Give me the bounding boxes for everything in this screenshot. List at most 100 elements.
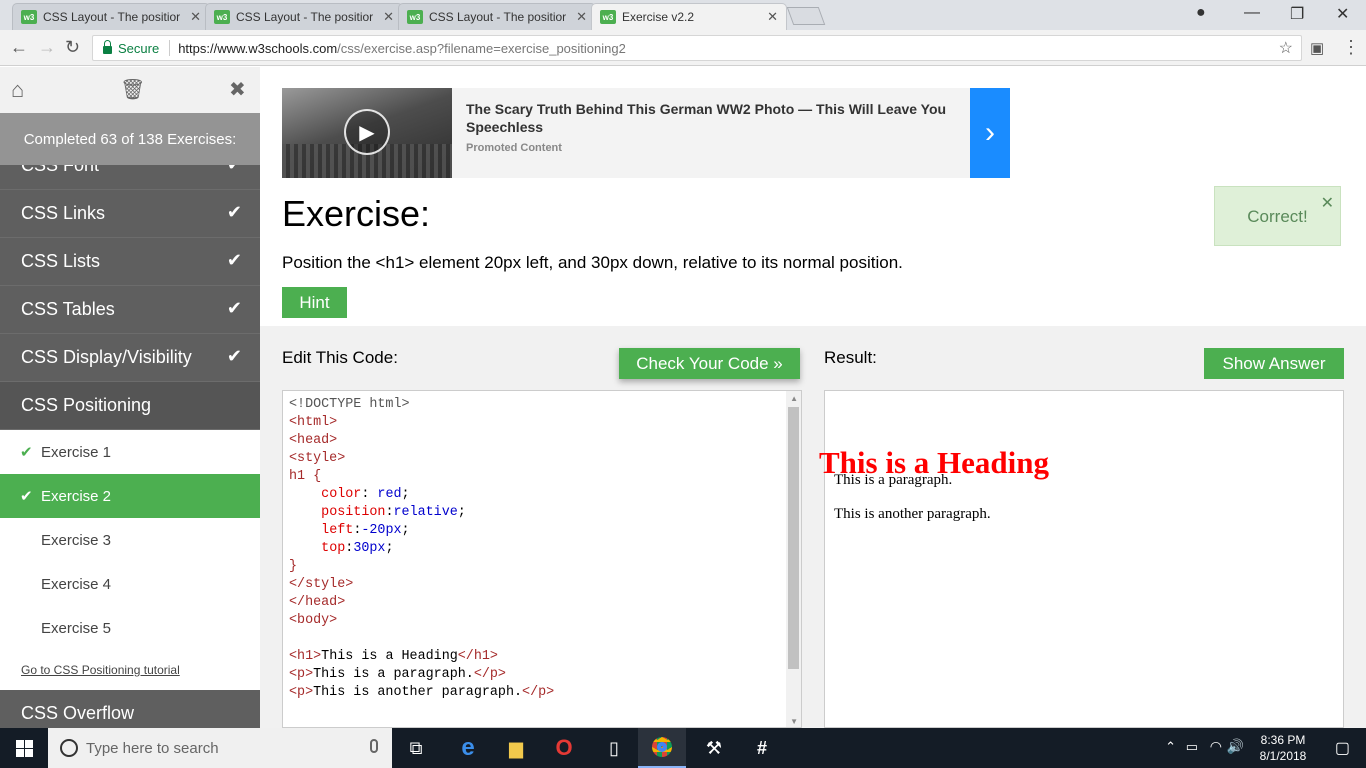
exercise-item-1[interactable]: ✔ Exercise 1 <box>0 430 260 474</box>
tutorial-link[interactable]: Go to CSS Positioning tutorial <box>0 650 260 690</box>
check-code-button[interactable]: Check Your Code » <box>619 348 800 379</box>
browser-tab-active[interactable]: w3 Exercise v2.2 ✕ <box>591 3 787 30</box>
trash-icon[interactable]: 🗑 <box>120 77 145 102</box>
browser-tab[interactable]: w3 CSS Layout - The positior ✕ <box>398 3 596 30</box>
menu-item-css-lists[interactable]: CSS Lists ✔ <box>0 238 260 286</box>
close-icon[interactable]: ✕ <box>383 9 394 25</box>
checkmark-icon: ✔ <box>226 298 242 318</box>
ad-promoted-label: Promoted Content <box>466 142 562 154</box>
menu-item-css-positioning[interactable]: CSS Positioning <box>0 382 260 430</box>
w3schools-favicon-icon: w3 <box>407 10 423 24</box>
chrome-icon[interactable] <box>638 728 686 768</box>
promoted-ad[interactable]: ▶ The Scary Truth Behind This German WW2… <box>282 88 1010 178</box>
menu-item-css-links[interactable]: CSS Links ✔ <box>0 190 260 238</box>
back-arrow-icon[interactable]: ← <box>10 37 28 58</box>
clock-time: 8:36 PM <box>1260 733 1306 747</box>
windows-taskbar: Type here to search ⧉ e ▆ O ▯ ⚒ # ⌃ ▭ ◠ … <box>0 728 1366 768</box>
tab-title: CSS Layout - The positior <box>43 10 181 24</box>
tools-icon[interactable]: ⚒ <box>690 728 738 768</box>
extension-icon[interactable]: ▣ <box>1310 39 1324 57</box>
close-sidebar-icon[interactable]: ✖ <box>229 77 246 102</box>
edge-icon[interactable]: e <box>444 728 492 768</box>
file-explorer-icon[interactable]: ▆ <box>492 728 540 768</box>
menu-item-label: CSS Links <box>21 203 106 223</box>
address-bar[interactable]: Secure https://www.w3schools.com /css/ex… <box>92 35 1302 61</box>
exercise-main: ▶ The Scary Truth Behind This German WW2… <box>260 67 1366 728</box>
checkmark-icon: ✔ <box>226 346 242 366</box>
close-icon[interactable]: ✕ <box>190 9 201 25</box>
menu-item-css-overflow[interactable]: CSS Overflow <box>0 690 260 728</box>
code-value: -20px <box>361 523 402 538</box>
code-scrollbar[interactable]: ▲ ▼ <box>786 391 801 727</box>
code-text-p1: This is a paragraph. <box>313 667 474 682</box>
exercise-item-3[interactable]: Exercise 3 <box>0 518 260 562</box>
close-icon[interactable]: ✕ <box>767 9 778 25</box>
show-answer-button[interactable]: Show Answer <box>1204 348 1344 379</box>
microphone-icon[interactable] <box>370 739 378 753</box>
bookmark-star-icon[interactable]: ☆ <box>1279 38 1293 58</box>
browser-tab[interactable]: w3 CSS Layout - The positior ✕ <box>12 3 210 30</box>
slack-icon[interactable]: # <box>738 728 786 768</box>
taskbar-search[interactable]: Type here to search <box>48 728 392 768</box>
menu-item-css-display-visibility[interactable]: CSS Display/Visibility ✔ <box>0 334 260 382</box>
notifications-icon[interactable]: ▢ <box>1335 738 1350 758</box>
menu-item-label: CSS Tables <box>21 299 115 319</box>
exercise-item-4[interactable]: Exercise 4 <box>0 562 260 606</box>
menu-item-label: CSS Overflow <box>21 703 135 723</box>
restore-icon[interactable]: ❐ <box>1290 4 1304 24</box>
close-icon[interactable]: ✕ <box>576 9 587 25</box>
scroll-up-icon[interactable]: ▲ <box>790 394 798 403</box>
exercise-item-2[interactable]: ✔ Exercise 2 <box>0 474 260 518</box>
scrollbar-thumb[interactable] <box>788 407 799 669</box>
w3schools-favicon-icon: w3 <box>214 10 230 24</box>
ad-title[interactable]: The Scary Truth Behind This German WW2 P… <box>466 100 966 136</box>
chevron-up-icon[interactable]: ⌃ <box>1165 739 1176 755</box>
notepad-icon[interactable]: ▯ <box>590 728 638 768</box>
checkmark-icon: ✔ <box>226 250 242 270</box>
menu-item-label: CSS Lists <box>21 251 101 271</box>
scroll-down-icon[interactable]: ▼ <box>790 717 798 726</box>
battery-icon[interactable]: ▭ <box>1186 739 1198 755</box>
start-button[interactable] <box>0 728 48 768</box>
exercise-item-5[interactable]: Exercise 5 <box>0 606 260 650</box>
opera-icon[interactable]: O <box>540 728 588 768</box>
profile-icon[interactable]: ● <box>1196 4 1206 22</box>
lock-icon <box>103 39 112 54</box>
chevron-right-icon[interactable]: › <box>970 88 1010 178</box>
tab-title: Exercise v2.2 <box>622 10 695 24</box>
volume-icon[interactable]: 🔊 <box>1227 738 1244 755</box>
task-view-icon[interactable]: ⧉ <box>392 728 440 768</box>
code-brace: } <box>289 559 298 574</box>
minimize-icon[interactable]: — <box>1244 4 1260 22</box>
menu-kebab-icon[interactable]: ⋮ <box>1342 37 1360 58</box>
new-tab-button[interactable] <box>786 7 826 25</box>
menu-item-css-tables[interactable]: CSS Tables ✔ <box>0 286 260 334</box>
result-label: Result: <box>824 348 877 367</box>
code-tag: </head> <box>289 595 346 610</box>
ad-thumbnail[interactable]: ▶ <box>282 88 452 178</box>
tab-title: CSS Layout - The positior <box>429 10 567 24</box>
wifi-icon[interactable]: ◠ <box>1210 738 1222 755</box>
chrome-logo <box>652 737 672 757</box>
progress-text: Completed 63 of 138 Exercises: <box>0 113 260 165</box>
tab-title: CSS Layout - The positior <box>236 10 374 24</box>
exercise-item-label: Exercise 4 <box>41 575 112 593</box>
forward-arrow-icon[interactable]: → <box>38 37 56 58</box>
correct-text: Correct! <box>1247 207 1308 226</box>
browser-tab[interactable]: w3 CSS Layout - The positior ✕ <box>205 3 403 30</box>
hint-button[interactable]: Hint <box>282 287 347 318</box>
code-selector: h1 { <box>289 469 322 484</box>
result-paragraph: This is a paragraph. <box>834 472 953 488</box>
code-property: left <box>321 523 354 538</box>
home-icon[interactable]: ⌂ <box>11 77 24 103</box>
code-text-p2: This is another paragraph. <box>313 685 523 700</box>
code-text-h1: This is a Heading <box>321 649 458 664</box>
exercise-sidebar: ⌂ 🗑 ✖ Completed 63 of 138 Exercises: CSS… <box>0 67 260 728</box>
play-icon[interactable]: ▶ <box>344 109 390 155</box>
code-text[interactable]: <!DOCTYPE html> <html> <head> <style> h1… <box>289 396 554 702</box>
reload-icon[interactable]: ↻ <box>65 37 80 58</box>
window-close-icon[interactable]: ✕ <box>1336 4 1349 24</box>
clock[interactable]: 8:36 PM 8/1/2018 <box>1248 732 1318 764</box>
close-icon[interactable]: ✕ <box>1321 193 1334 213</box>
code-editor[interactable]: <!DOCTYPE html> <html> <head> <style> h1… <box>282 390 802 728</box>
